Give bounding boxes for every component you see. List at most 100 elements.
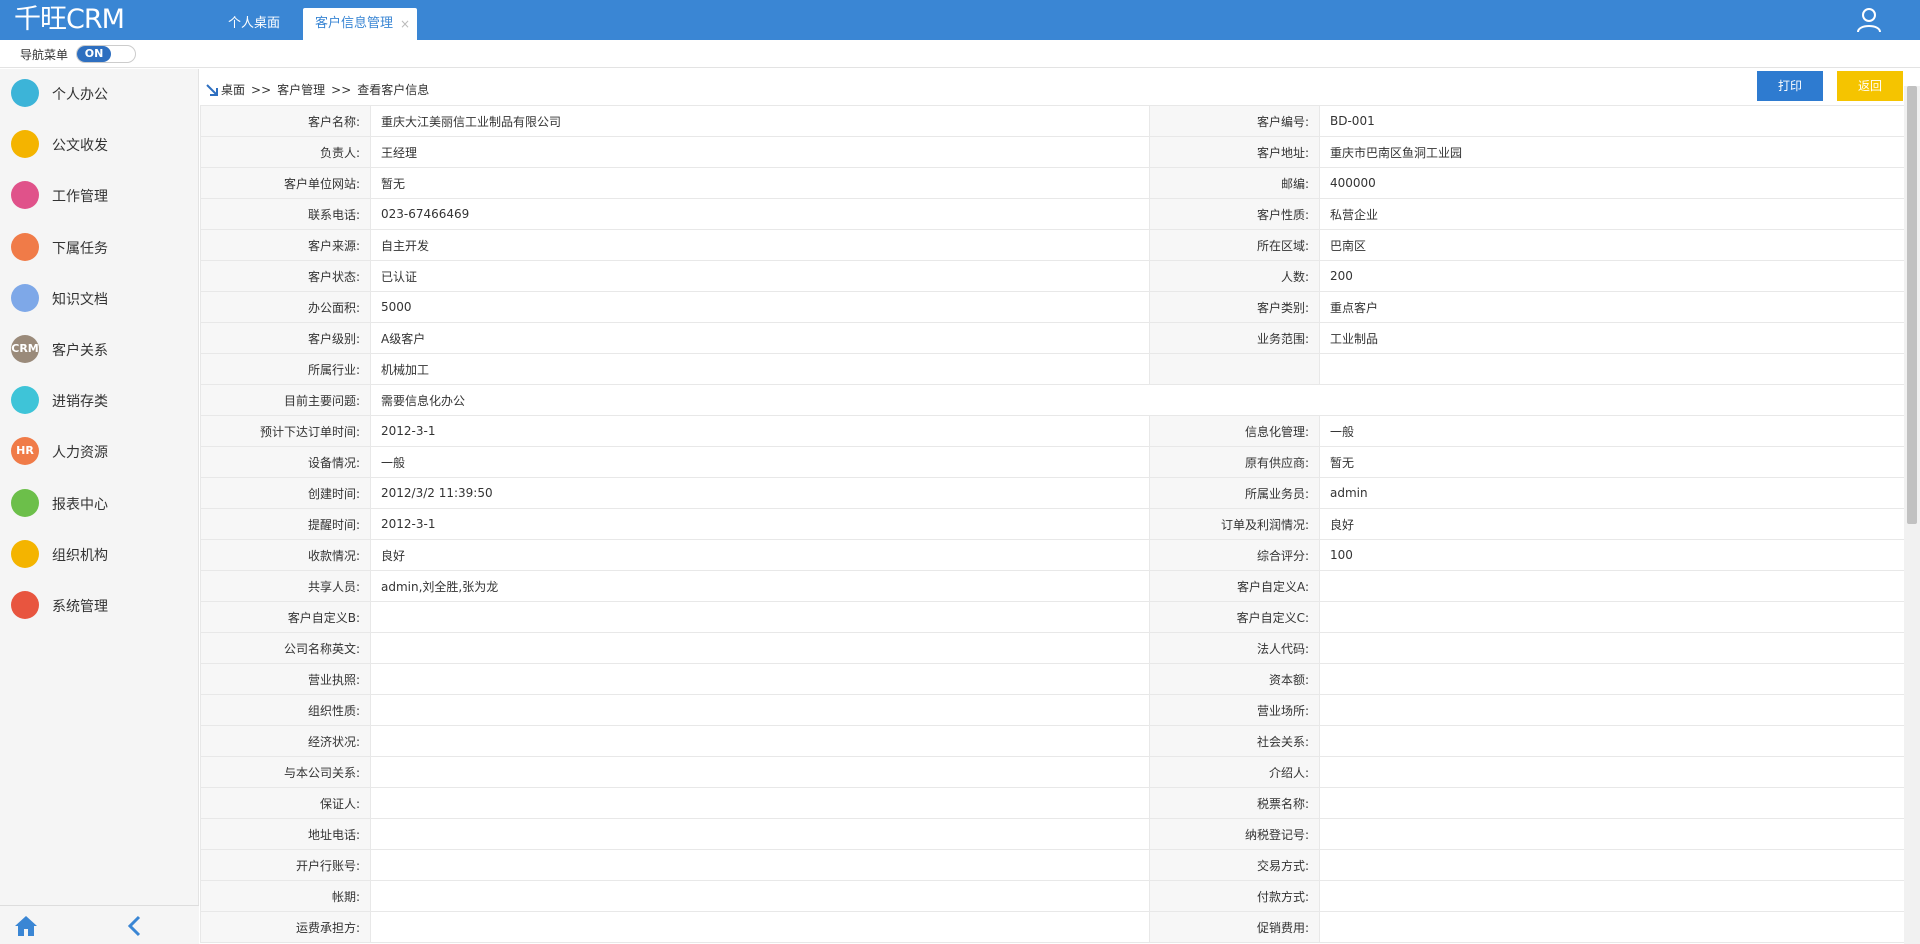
field-label: 综合评分: bbox=[1149, 539, 1320, 571]
field-value: 100 bbox=[1319, 539, 1904, 571]
table-row: 所属行业: 机械加工 bbox=[200, 353, 1904, 385]
book-icon bbox=[11, 283, 39, 312]
field-label: 客户级别: bbox=[200, 322, 371, 354]
field-label: 促销费用: bbox=[1149, 911, 1320, 943]
field-label: 地址电话: bbox=[200, 818, 371, 850]
sidebar-item[interactable]: 知识文档 bbox=[0, 278, 199, 318]
field-label: 收款情况: bbox=[200, 539, 371, 571]
breadcrumb-home[interactable]: 桌面 bbox=[221, 81, 245, 98]
field-label: 与本公司关系: bbox=[200, 756, 371, 788]
field-value: 需要信息化办公 bbox=[370, 384, 1904, 416]
field-value bbox=[1319, 880, 1904, 912]
table-row: 运费承担方: 促销费用: bbox=[200, 911, 1904, 943]
field-label: 所属业务员: bbox=[1149, 477, 1320, 509]
field-label: 提醒时间: bbox=[200, 508, 371, 540]
sidebar-item[interactable]: CRM 客户关系 bbox=[0, 329, 199, 369]
sidebar-item[interactable]: 组织机构 bbox=[0, 534, 199, 574]
sidebar-item[interactable]: 下属任务 bbox=[0, 227, 199, 267]
field-label: 创建时间: bbox=[200, 477, 371, 509]
field-label: 法人代码: bbox=[1149, 632, 1320, 664]
sidebar-item-label: 公文收发 bbox=[52, 138, 108, 155]
field-label: 目前主要问题: bbox=[200, 384, 371, 416]
breadcrumb-customer-management[interactable]: 客户管理 bbox=[277, 81, 325, 98]
field-value: 工业制品 bbox=[1319, 322, 1904, 354]
hr-icon: HR bbox=[11, 437, 39, 466]
home-icon[interactable] bbox=[14, 915, 38, 937]
field-label: 办公面积: bbox=[200, 291, 371, 323]
table-row: 负责人: 王经理 客户地址: 重庆市巴南区鱼洞工业园 bbox=[200, 136, 1904, 168]
sidebar-item[interactable]: 报表中心 bbox=[0, 483, 199, 523]
field-label: 社会关系: bbox=[1149, 725, 1320, 757]
table-row: 地址电话: 纳税登记号: bbox=[200, 818, 1904, 850]
field-value bbox=[1319, 787, 1904, 819]
field-value bbox=[1319, 756, 1904, 788]
arrow-down-right-icon bbox=[206, 83, 218, 96]
field-label: 交易方式: bbox=[1149, 849, 1320, 881]
field-value: admin bbox=[1319, 477, 1904, 509]
field-label: 客户自定义B: bbox=[200, 601, 371, 633]
crm-icon: CRM bbox=[11, 335, 39, 363]
nav-toggle-bar: 导航菜单 ON bbox=[0, 40, 1920, 68]
print-button[interactable]: 打印 bbox=[1757, 71, 1823, 101]
field-label: 帐期: bbox=[200, 880, 371, 912]
sidebar-item[interactable]: 个人办公 bbox=[0, 73, 199, 113]
chevron-left-icon[interactable] bbox=[126, 915, 144, 937]
field-value: 一般 bbox=[370, 446, 1150, 478]
tab-personal-desktop[interactable]: 个人桌面 bbox=[216, 8, 292, 40]
field-value bbox=[370, 880, 1150, 912]
field-label: 资本额: bbox=[1149, 663, 1320, 695]
field-label: 客户状态: bbox=[200, 260, 371, 292]
sidebar-item[interactable]: 工作管理 bbox=[0, 175, 199, 215]
sidebar-item[interactable]: HR 人力资源 bbox=[0, 431, 199, 471]
field-label: 客户地址: bbox=[1149, 136, 1320, 168]
field-label: 运费承担方: bbox=[200, 911, 371, 943]
field-value: admin,刘全胜,张为龙 bbox=[370, 570, 1150, 602]
table-row: 联系电话: 023-67466469 客户性质: 私营企业 bbox=[200, 198, 1904, 230]
table-row: 客户名称: 重庆大江美丽信工业制品有限公司 客户编号: BD-001 bbox=[200, 105, 1904, 137]
user-icon[interactable] bbox=[1856, 7, 1882, 33]
field-value bbox=[370, 663, 1150, 695]
field-value bbox=[1319, 725, 1904, 757]
field-label: 人数: bbox=[1149, 260, 1320, 292]
field-value: 2012-3-1 bbox=[370, 415, 1150, 447]
sidebar-item[interactable]: 公文收发 bbox=[0, 124, 199, 164]
field-label: 客户类别: bbox=[1149, 291, 1320, 323]
field-label: 所属行业: bbox=[200, 353, 371, 385]
table-row: 办公面积: 5000 客户类别: 重点客户 bbox=[200, 291, 1904, 323]
scrollbar[interactable] bbox=[1904, 86, 1920, 944]
field-label: 共享人员: bbox=[200, 570, 371, 602]
sidebar-item-label: 人力资源 bbox=[52, 445, 108, 462]
field-value: A级客户 bbox=[370, 322, 1150, 354]
close-icon[interactable]: × bbox=[400, 8, 410, 40]
sidebar-item-label: 下属任务 bbox=[52, 240, 108, 257]
sidebar-item[interactable]: 进销存类 bbox=[0, 380, 199, 420]
scrollbar-thumb[interactable] bbox=[1907, 86, 1917, 524]
field-label: 所在区域: bbox=[1149, 229, 1320, 261]
breadcrumb-current: 查看客户信息 bbox=[357, 83, 430, 97]
field-value: 良好 bbox=[1319, 508, 1904, 540]
nav-menu-switch[interactable]: ON bbox=[76, 45, 136, 63]
field-value bbox=[370, 911, 1150, 943]
sidebar-item-label: 组织机构 bbox=[52, 547, 108, 564]
field-value bbox=[1319, 632, 1904, 664]
field-value bbox=[1319, 911, 1904, 943]
field-label: 负责人: bbox=[200, 136, 371, 168]
sidebar-item[interactable]: 系统管理 bbox=[0, 585, 199, 625]
table-row: 创建时间: 2012/3/2 11:39:50 所属业务员: admin bbox=[200, 477, 1904, 509]
tab-customer-info[interactable]: 客户信息管理 × bbox=[303, 8, 418, 40]
table-row: 客户单位网站: 暂无 邮编: 400000 bbox=[200, 167, 1904, 199]
field-value bbox=[370, 632, 1150, 664]
field-label: 客户自定义C: bbox=[1149, 601, 1320, 633]
table-row: 客户级别: A级客户 业务范围: 工业制品 bbox=[200, 322, 1904, 354]
field-label: 客户性质: bbox=[1149, 198, 1320, 230]
sidebar: 个人办公公文收发工作管理下属任务知识文档 CRM 客户关系进销存类 HR 人力资源报表中… bbox=[0, 69, 199, 944]
back-button[interactable]: 返回 bbox=[1837, 71, 1903, 101]
nav-menu-label: 导航菜单 bbox=[20, 48, 69, 62]
table-row: 公司名称英文: 法人代码: bbox=[200, 632, 1904, 664]
field-value bbox=[370, 694, 1150, 726]
sidebar-item-label: 进销存类 bbox=[52, 394, 108, 411]
table-row: 保证人: 税票名称: bbox=[200, 787, 1904, 819]
field-value bbox=[370, 756, 1150, 788]
notepad-icon bbox=[11, 181, 39, 210]
table-row: 客户状态: 已认证 人数: 200 bbox=[200, 260, 1904, 292]
